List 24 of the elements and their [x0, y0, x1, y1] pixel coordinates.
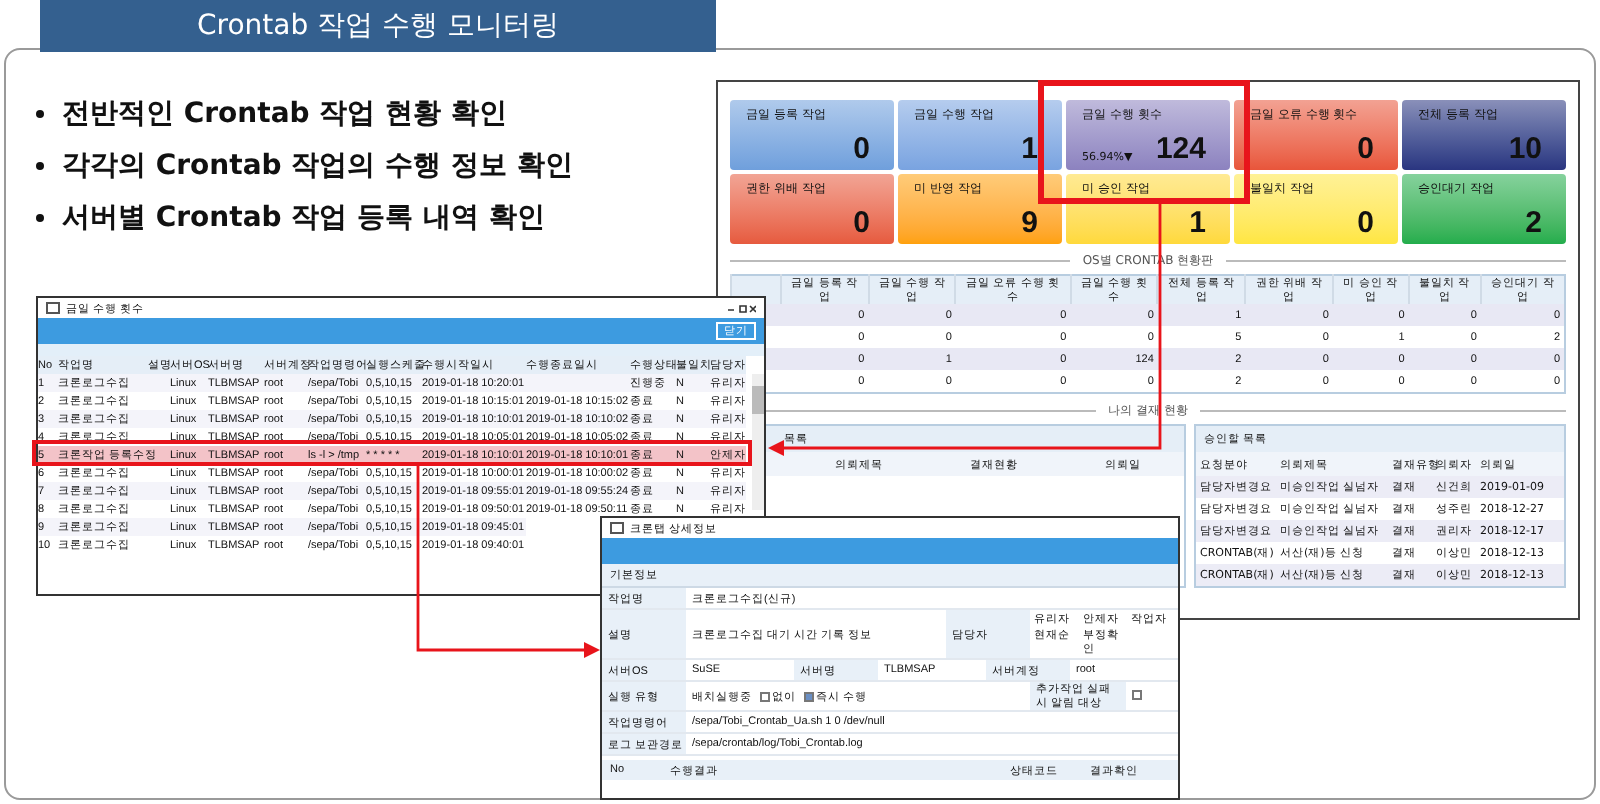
checkbox[interactable] — [760, 691, 770, 701]
tile-value: 124 — [1155, 134, 1206, 164]
bullet-icon — [36, 162, 44, 170]
bullet-text: 각각의 Crontab 작업의 수행 정보 확인 — [62, 148, 573, 184]
bullet-text: 전반적인 Crontab 작업 현황 확인 — [62, 96, 507, 132]
tile-value: 1 — [1021, 134, 1038, 164]
tile-value: 0 — [853, 134, 870, 164]
tile-value: 0 — [1357, 208, 1374, 238]
bullet-icon — [36, 214, 44, 222]
window-icon — [610, 522, 624, 534]
tile-value: 9 — [1021, 208, 1038, 238]
tile-value: 0 — [1357, 134, 1374, 164]
scrollbar[interactable] — [752, 374, 764, 510]
slide-title: Crontab 작업 수행 모니터링 — [40, 0, 716, 52]
checkbox[interactable] — [1132, 689, 1142, 699]
bullet-icon — [36, 110, 44, 118]
tile-value: 2 — [1525, 208, 1542, 238]
tile-value: 10 — [1508, 134, 1542, 164]
window-controls-icon[interactable] — [728, 303, 756, 313]
checkbox[interactable] — [804, 691, 814, 701]
tile-value: 1 — [1189, 208, 1206, 238]
bullet-text: 서버별 Crontab 작업 등록 내역 확인 — [62, 200, 545, 236]
tile-value: 0 — [853, 208, 870, 238]
window-icon — [46, 302, 60, 314]
